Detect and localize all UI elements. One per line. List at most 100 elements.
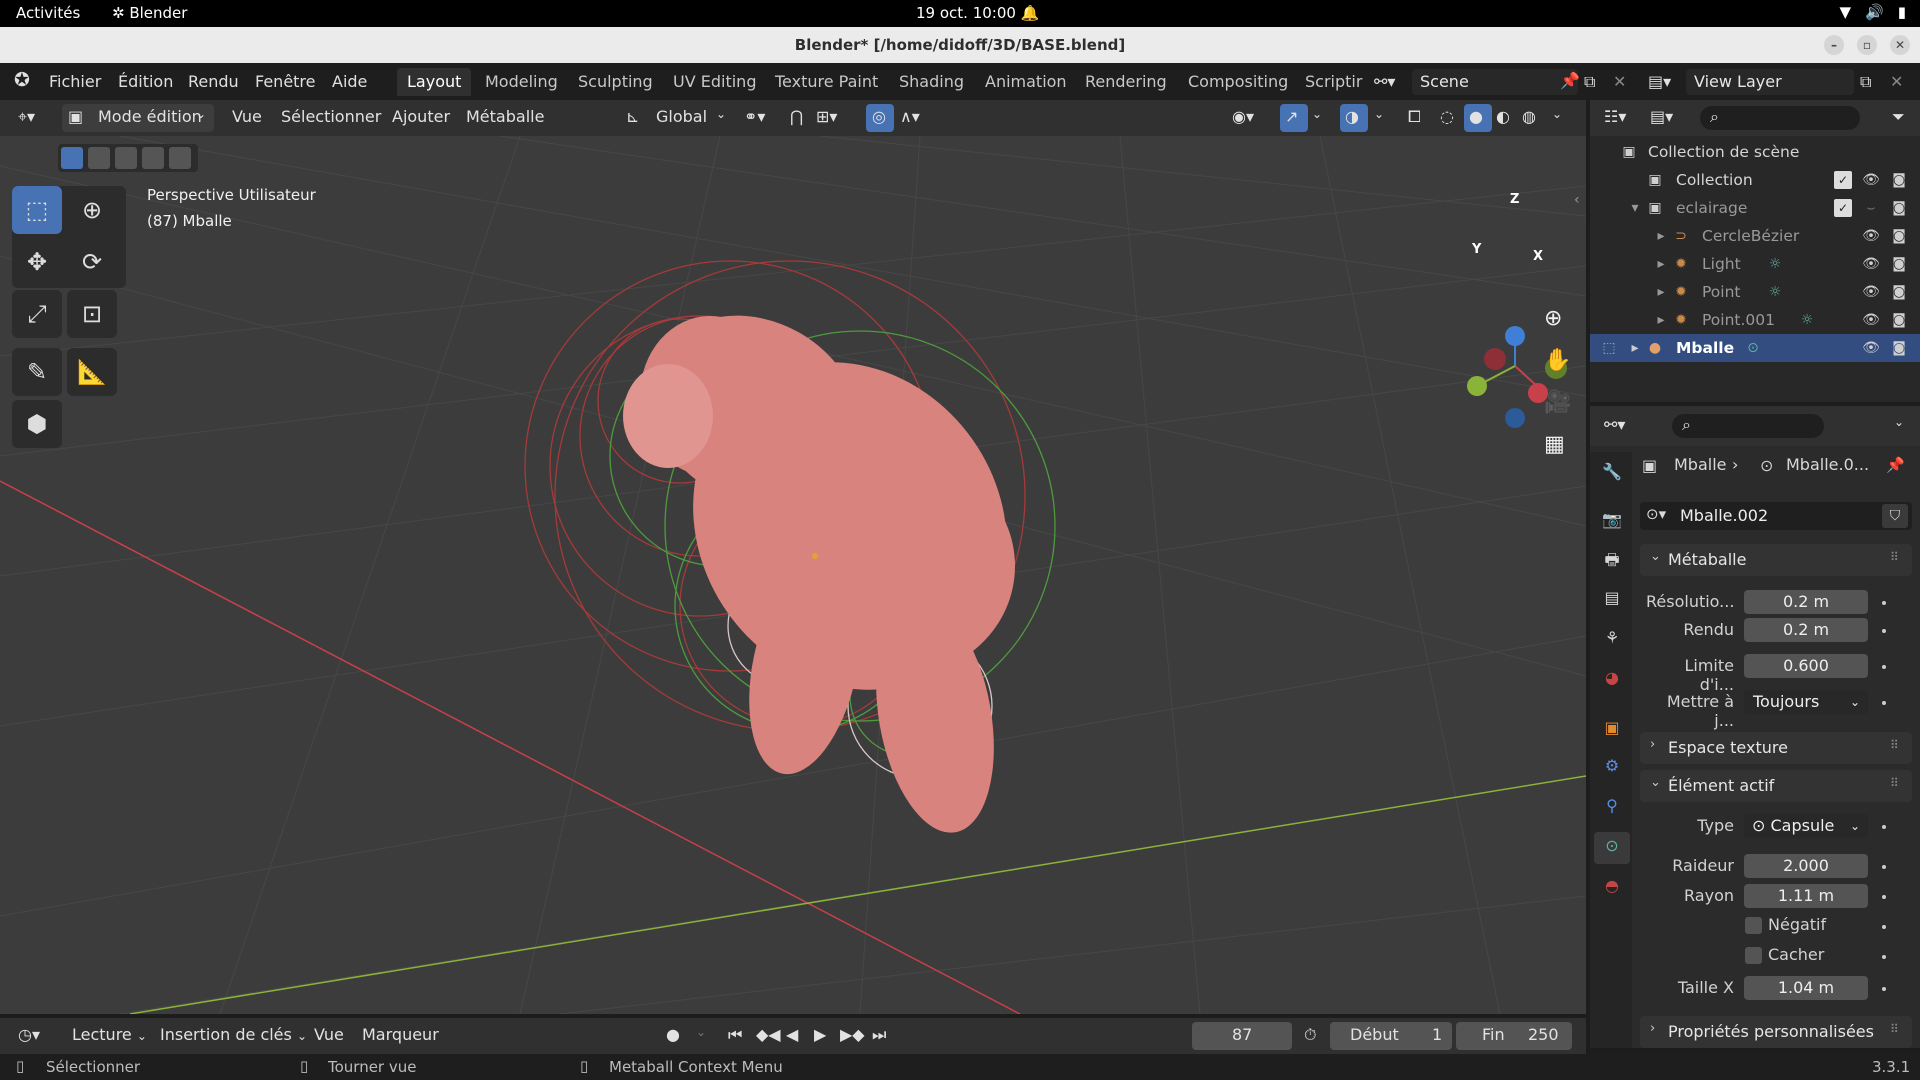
metaball-data-tab-icon[interactable]: ⊙: [1602, 836, 1622, 856]
editor-type-icon[interactable]: ⌖▾: [18, 107, 35, 127]
keyframe-dot[interactable]: [1882, 601, 1886, 605]
material-shading-icon[interactable]: ◐: [1496, 107, 1510, 126]
keyframe-dot[interactable]: [1882, 895, 1886, 899]
rotate-tool[interactable]: ⟳: [67, 238, 117, 286]
pin-icon[interactable]: 📌: [1886, 456, 1905, 474]
clock[interactable]: 19 oct. 10:00 🔔: [916, 4, 1039, 22]
scene-selector-icon[interactable]: ⚯▾: [1374, 72, 1395, 91]
properties-search-input[interactable]: ⌕: [1672, 414, 1824, 438]
proportional-edit-toggle[interactable]: ◎: [866, 104, 894, 132]
select-subtract-button[interactable]: [115, 147, 137, 169]
chevron-down-icon[interactable]: ⌄: [1894, 415, 1904, 429]
xray-icon[interactable]: ⧠: [1408, 107, 1421, 127]
tab-scripting[interactable]: Scriptir: [1295, 68, 1372, 96]
overlay-toggle[interactable]: ◑: [1340, 104, 1368, 132]
breadcrumb-object[interactable]: Mballe: [1674, 455, 1727, 474]
panel-custom-properties[interactable]: › Propriétés personnalisées ⠿: [1640, 1016, 1912, 1048]
outliner-scene-collection[interactable]: ▣ Collection de scène: [1590, 138, 1920, 166]
next-keyframe-icon[interactable]: ▶◆: [840, 1025, 865, 1044]
eye-icon[interactable]: 👁: [1862, 255, 1880, 273]
new-view-layer-icon[interactable]: ⧉: [1860, 72, 1871, 92]
exclude-checkbox[interactable]: ✓: [1834, 171, 1852, 189]
stopwatch-icon[interactable]: ⏱: [1304, 1025, 1316, 1045]
keyframe-dot[interactable]: [1882, 629, 1886, 633]
chevron-down-icon[interactable]: ⌄: [696, 1025, 706, 1039]
start-frame-field[interactable]: Début 1: [1330, 1022, 1452, 1050]
keyframe-dot[interactable]: [1882, 825, 1886, 829]
size-x-field[interactable]: 1.04 m: [1744, 976, 1868, 1000]
zoom-icon[interactable]: ⊕: [1544, 306, 1562, 331]
outliner-search-input[interactable]: ⌕: [1700, 106, 1860, 130]
select-invert-button[interactable]: [142, 147, 164, 169]
menu-metaball[interactable]: Métaballe: [466, 107, 544, 126]
menu-file[interactable]: Fichier: [49, 72, 101, 91]
panel-texture-space[interactable]: › Espace texture ⠿: [1640, 732, 1912, 764]
wireframe-shading-icon[interactable]: ◌: [1440, 107, 1454, 126]
menu-add[interactable]: Ajouter: [392, 107, 450, 126]
resolution-field[interactable]: 0.2 m: [1744, 590, 1868, 614]
camera-render-icon[interactable]: ◙: [1890, 283, 1908, 301]
falloff-icon[interactable]: ∧▾: [900, 107, 920, 126]
output-tab-icon[interactable]: 🖶: [1602, 550, 1622, 570]
material-tab-icon[interactable]: ◓: [1602, 876, 1622, 896]
play-reverse-icon[interactable]: ◀: [786, 1025, 798, 1044]
tab-layout[interactable]: Layout: [397, 68, 472, 96]
rendered-shading-icon[interactable]: ◍: [1522, 107, 1536, 126]
blender-logo-icon[interactable]: ✪: [14, 69, 30, 91]
auto-keying-icon[interactable]: ●: [666, 1025, 680, 1044]
keyframe-dot[interactable]: [1882, 665, 1886, 669]
chevron-right-icon[interactable]: ▸: [1626, 339, 1644, 357]
delete-scene-icon[interactable]: ✕: [1613, 72, 1626, 91]
filter-icon[interactable]: ⏷: [1892, 107, 1905, 127]
prev-keyframe-icon[interactable]: ◆◀: [756, 1025, 781, 1044]
camera-render-icon[interactable]: ◙: [1890, 339, 1908, 357]
outliner-item-cerclebezier[interactable]: ▸ ⊃ CercleBézier 👁 ◙: [1590, 222, 1920, 250]
camera-render-icon[interactable]: ◙: [1890, 255, 1908, 273]
grid-view-icon[interactable]: ▦: [1544, 432, 1565, 457]
play-icon[interactable]: ▶: [814, 1025, 826, 1044]
gizmo-y-axis[interactable]: [1467, 376, 1487, 396]
mode-selector[interactable]: ▣ Mode édition ⌄: [62, 104, 214, 132]
chevron-right-icon[interactable]: ▸: [1652, 227, 1670, 245]
drag-handle-icon[interactable]: ⠿: [1890, 776, 1899, 790]
scale-tool[interactable]: ⤢: [12, 290, 62, 338]
negative-checkbox[interactable]: [1745, 917, 1762, 934]
eye-icon[interactable]: 👁: [1862, 283, 1880, 301]
keyframe-dot[interactable]: [1882, 987, 1886, 991]
keyframe-dot[interactable]: [1882, 701, 1886, 705]
select-new-button[interactable]: [61, 147, 83, 169]
marker-menu[interactable]: Marqueur: [362, 1025, 439, 1044]
tool-tab-icon[interactable]: 🔧: [1602, 462, 1622, 482]
orientation-selector[interactable]: Global: [656, 107, 707, 126]
keying-menu[interactable]: Insertion de clés ⌄: [160, 1025, 307, 1044]
close-button[interactable]: ✕: [1890, 35, 1910, 55]
system-tray[interactable]: ▼ 🔊 ▮: [1840, 3, 1907, 21]
constraint-tab-icon[interactable]: ⚲: [1602, 796, 1622, 816]
editor-type-icon[interactable]: ⚯▾: [1604, 415, 1625, 434]
fake-user-shield-icon[interactable]: ⛉: [1882, 504, 1908, 528]
measure-tool[interactable]: 📐: [67, 348, 117, 396]
select-extend-button[interactable]: [88, 147, 110, 169]
solid-shading-button[interactable]: ●: [1464, 104, 1492, 132]
tab-modeling[interactable]: Modeling: [475, 68, 568, 96]
outliner-item-eclairage[interactable]: ▾ ▣ eclairage ✓ ⌣ ◙: [1590, 194, 1920, 222]
camera-render-icon[interactable]: ◙: [1890, 199, 1908, 217]
modifier-tab-icon[interactable]: ⚙: [1602, 756, 1622, 776]
pin-icon[interactable]: 📌: [1560, 71, 1580, 90]
outliner-item-point-001[interactable]: ▸ ✹ Point.001 ☼ 👁 ◙: [1590, 306, 1920, 334]
camera-render-icon[interactable]: ◙: [1890, 311, 1908, 329]
camera-icon[interactable]: 🎥: [1544, 390, 1571, 415]
jump-end-icon[interactable]: ⏭: [872, 1025, 886, 1045]
move-tool[interactable]: ✥: [12, 238, 62, 286]
menu-view[interactable]: Vue: [232, 107, 262, 126]
tab-sculpting[interactable]: Sculpting: [568, 68, 663, 96]
new-scene-icon[interactable]: ⧉: [1584, 72, 1595, 92]
object-tab-icon[interactable]: ▣: [1602, 718, 1622, 738]
drag-handle-icon[interactable]: ⠿: [1890, 550, 1899, 564]
outliner-item-mballe[interactable]: ⬚ ▸ ● Mballe ⊙ 👁 ◙: [1590, 334, 1920, 362]
chevron-down-icon[interactable]: ⌄: [1552, 107, 1562, 121]
chevron-down-icon[interactable]: ▾: [1626, 199, 1644, 217]
tab-animation[interactable]: Animation: [975, 68, 1077, 96]
outliner-item-light[interactable]: ▸ ✹ Light ☼ 👁 ◙: [1590, 250, 1920, 278]
app-menu[interactable]: ✲ Blender: [112, 4, 187, 22]
